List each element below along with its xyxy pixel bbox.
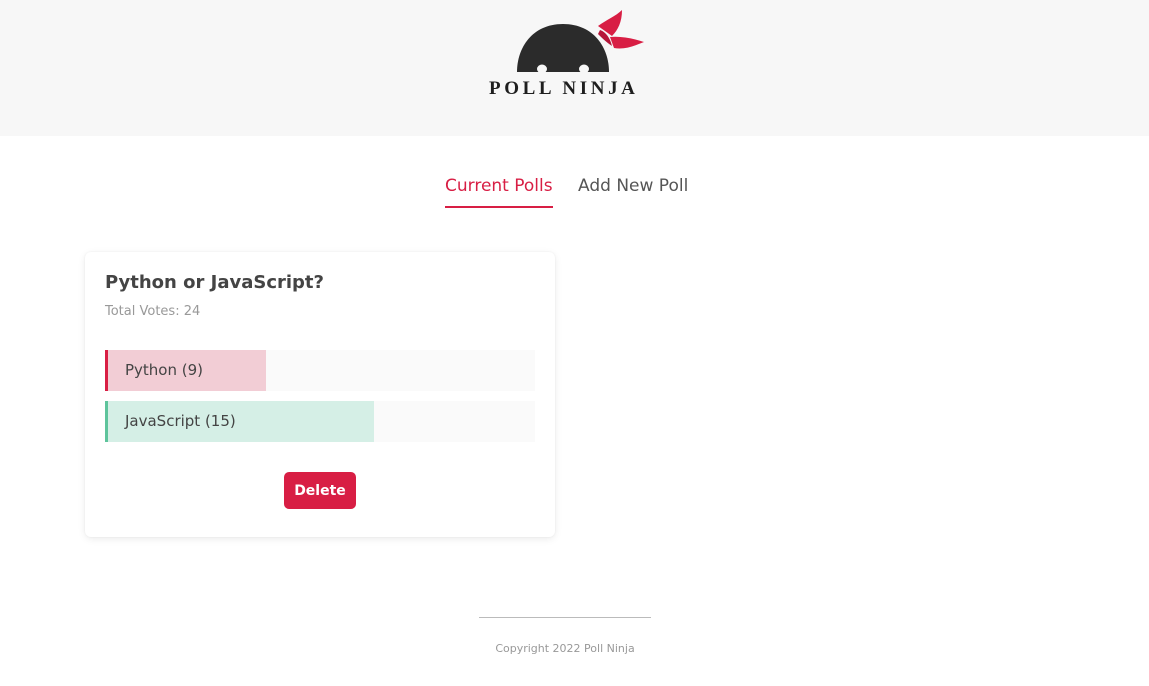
poll-tabs: Current Polls Add New Poll [0, 176, 1149, 216]
tab-current-polls[interactable]: Current Polls [445, 176, 553, 208]
option-label: Python (9) [125, 361, 204, 379]
total-votes: Total Votes: 24 [105, 304, 201, 319]
delete-button[interactable]: Delete [284, 472, 356, 509]
poll-option-javascript[interactable]: JavaScript (15) [105, 401, 535, 442]
poll-question: Python or JavaScript? [105, 272, 324, 293]
poll-option-python[interactable]: Python (9) [105, 350, 535, 391]
footer-copyright: Copyright 2022 Poll Ninja [495, 642, 635, 655]
ninja-icon [517, 10, 644, 74]
logo-text: POLL NINJA [489, 78, 639, 99]
tab-add-new-poll[interactable]: Add New Poll [578, 176, 688, 196]
poll-ninja-logo[interactable]: POLL NINJA [488, 10, 648, 102]
footer-divider [479, 617, 651, 618]
site-header: POLL NINJA [0, 0, 1149, 136]
option-label: JavaScript (15) [125, 412, 236, 430]
poll-card: Python or JavaScript? Total Votes: 24 Py… [85, 252, 555, 537]
